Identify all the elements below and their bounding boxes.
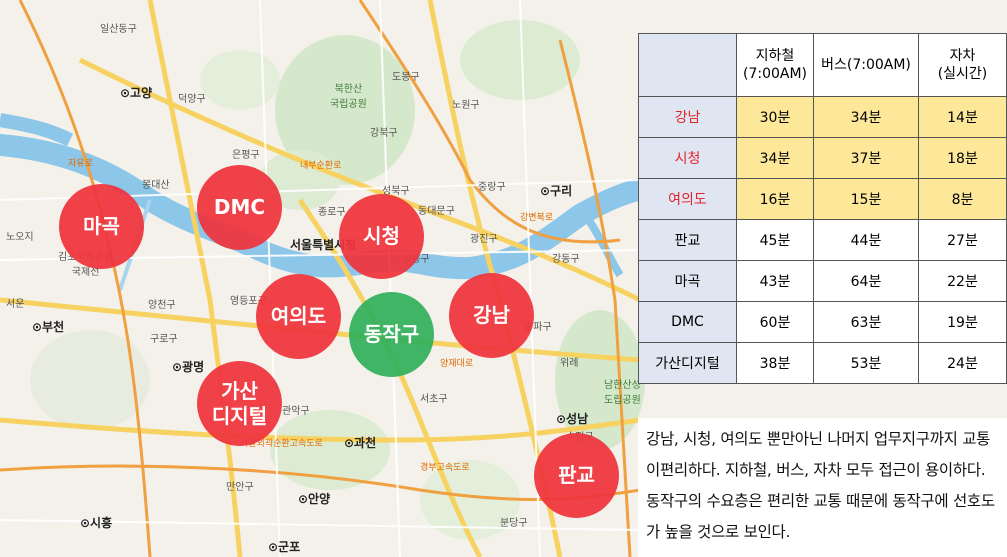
map-label-gangbuk: 강북구 — [370, 128, 398, 139]
cell-subway: 43분 — [736, 260, 814, 302]
map-label-seongnam: ⊙성남 — [556, 412, 589, 426]
table-row: DMC 60분 63분 19분 — [638, 301, 1007, 343]
cell-bus: 53분 — [813, 342, 919, 384]
table-header-row: 지하철 (7:00AM) 버스(7:00AM) 자차 (실시간) — [638, 33, 1007, 97]
cell-subway: 38분 — [736, 342, 814, 384]
cell-bus: 15분 — [813, 178, 919, 220]
map-label-ilsan-east: 일산동구 — [100, 24, 137, 35]
map-label-wirye: 위례 — [560, 358, 579, 369]
circle-pangyo: 판교 — [534, 433, 619, 518]
table-row: 여의도 16분 15분 8분 — [638, 178, 1007, 220]
header-subway: 지하철 (7:00AM) — [736, 33, 814, 97]
map-label-eunpyeong: 은평구 — [232, 150, 260, 161]
cell-subway: 34분 — [736, 137, 814, 179]
map-label-nowon: 노원구 — [452, 100, 480, 111]
map-label-road-yangjae: 양재대로 — [440, 359, 474, 369]
map-label-gunpo: ⊙군포 — [268, 540, 301, 554]
cell-subway: 45분 — [736, 219, 814, 261]
map-label-goyang: ⊙고양 — [120, 86, 153, 100]
header-bus: 버스(7:00AM) — [813, 33, 919, 97]
cell-car: 19분 — [918, 301, 1007, 343]
cell-car: 24분 — [918, 342, 1007, 384]
table-row: 가산디지털 38분 53분 24분 — [638, 342, 1007, 384]
circle-dmc: DMC — [197, 165, 282, 250]
header-car: 자차 (실시간) — [918, 33, 1007, 97]
map-label-guri: ⊙구리 — [540, 184, 573, 198]
map-label-jongno: 종로구 — [318, 207, 346, 218]
row-name: 판교 — [638, 219, 737, 261]
map-label-seowon: 서운 — [6, 299, 25, 310]
map-label-bonghwa: 봉대산 — [142, 180, 170, 191]
row-name: 마곡 — [638, 260, 737, 302]
cell-subway: 60분 — [736, 301, 814, 343]
map-label-nowon-road: 노오지 — [6, 232, 34, 243]
row-name: 강남 — [638, 96, 737, 138]
cell-bus: 64분 — [813, 260, 919, 302]
cell-car: 8분 — [918, 178, 1007, 220]
map-label-dongdaemun: 동대문구 — [418, 206, 455, 217]
circle-gasan: 가산 디지털 — [197, 361, 282, 446]
row-name: 시청 — [638, 137, 737, 179]
map-label-road-gyeongbu: 경부고속도로 — [420, 463, 470, 473]
cell-car: 18분 — [918, 137, 1007, 179]
map-label-gwangmyeong: ⊙광명 — [172, 360, 205, 374]
map-label-bucheon: ⊙부천 — [32, 320, 65, 334]
circle-gangnam: 강남 — [449, 273, 534, 358]
row-name: 여의도 — [638, 178, 737, 220]
map-label-siheung: ⊙시흥 — [80, 516, 113, 530]
cell-bus: 63분 — [813, 301, 919, 343]
cell-subway: 16분 — [736, 178, 814, 220]
circle-sicheong: 시청 — [339, 194, 424, 279]
table-row: 시청 34분 37분 18분 — [638, 137, 1007, 179]
analysis-note: 강남, 시청, 여의도 뿐만아닌 나머지 업무지구까지 교통이편리하다. 지하철… — [638, 418, 1007, 557]
table-row: 강남 30분 34분 14분 — [638, 96, 1007, 138]
map-label-dobong: 도봉구 — [392, 72, 420, 83]
map-label-guro: 구로구 — [150, 334, 178, 345]
circle-yeouido: 여의도 — [256, 274, 341, 359]
map-label-gwangjin: 광진구 — [470, 234, 498, 245]
map-label-bundang: 분당구 — [500, 518, 528, 529]
cell-bus: 44분 — [813, 219, 919, 261]
map-label-road-naebu: 내부순환로 — [300, 161, 342, 171]
row-name: DMC — [638, 301, 737, 343]
map-label-road-gangbyeon: 강변북로 — [520, 213, 554, 223]
map-label-deogyang: 덕양구 — [178, 94, 206, 105]
cell-car: 27분 — [918, 219, 1007, 261]
map-label-yangcheon: 양천구 — [148, 300, 176, 311]
cell-subway: 30분 — [736, 96, 814, 138]
map-label-jayuro: 자유로 — [68, 159, 93, 169]
table-corner-cell — [638, 33, 737, 97]
map-label-gangdong: 강동구 — [552, 254, 580, 265]
map-label-manan: 만안구 — [226, 482, 254, 493]
cell-car: 14분 — [918, 96, 1007, 138]
map-label-gwacheon: ⊙과천 — [344, 436, 377, 450]
map-label-jungnang: 중랑구 — [478, 182, 506, 193]
map-label-namhansan: 남한산성 도립공원 — [604, 380, 641, 406]
map-label-seocho: 서초구 — [420, 394, 448, 405]
cell-bus: 34분 — [813, 96, 919, 138]
cell-car: 22분 — [918, 260, 1007, 302]
table-row: 마곡 43분 64분 22분 — [638, 260, 1007, 302]
circle-magok: 마곡 — [59, 184, 144, 269]
cell-bus: 37분 — [813, 137, 919, 179]
map-label-anyang: ⊙안양 — [298, 492, 331, 506]
circle-dongjak: 동작구 — [349, 292, 434, 377]
table-row: 판교 45분 44분 27분 — [638, 219, 1007, 261]
commute-time-table: 지하철 (7:00AM) 버스(7:00AM) 자차 (실시간) 강남 30분 … — [638, 33, 1007, 384]
map-label-bukhansan: 북한산 국립공원 — [330, 84, 367, 110]
row-name: 가산디지털 — [638, 342, 737, 384]
map-label-gwanak: 관악구 — [282, 406, 310, 417]
